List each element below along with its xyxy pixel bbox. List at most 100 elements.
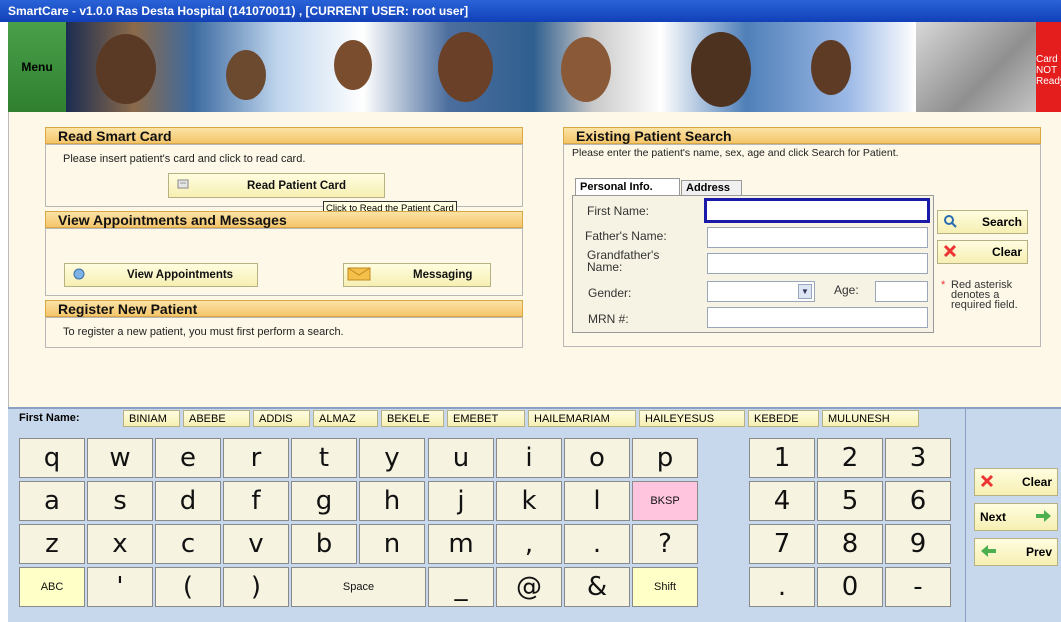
mrn-label: MRN #: <box>588 312 629 326</box>
key-7[interactable]: i <box>496 438 562 478</box>
key-12[interactable]: d <box>155 481 221 521</box>
read-patient-card-label: Read Patient Card <box>247 179 347 192</box>
next-button[interactable]: Next <box>974 503 1058 531</box>
numpad-key-8[interactable]: 9 <box>885 524 951 564</box>
search-icon <box>943 214 957 231</box>
key-26[interactable]: m <box>428 524 494 564</box>
key-bottom-3[interactable]: ) <box>223 567 289 607</box>
chevron-down-icon[interactable]: ▼ <box>798 284 812 299</box>
key-6[interactable]: u <box>428 438 494 478</box>
name-suggestion-chip[interactable]: ALMAZ <box>313 410 378 427</box>
key-23[interactable]: v <box>223 524 289 564</box>
key-2[interactable]: e <box>155 438 221 478</box>
key-18[interactable]: l <box>564 481 630 521</box>
name-suggestion-chip[interactable]: HAILEYESUS <box>639 410 745 427</box>
grandfather-name-input[interactable] <box>707 253 928 274</box>
key-5[interactable]: y <box>359 438 425 478</box>
shift-key[interactable]: Shift <box>632 567 698 607</box>
key-24[interactable]: b <box>291 524 357 564</box>
numpad-key-7[interactable]: 8 <box>817 524 883 564</box>
key-3[interactable]: r <box>223 438 289 478</box>
numpad-key-4[interactable]: 5 <box>817 481 883 521</box>
key-bottom-2[interactable]: ( <box>155 567 221 607</box>
banner: Menu Card NOT Ready <box>8 22 1061 112</box>
key-0[interactable]: q <box>19 438 85 478</box>
space-key[interactable]: Space <box>291 567 426 607</box>
key-bottom-5[interactable]: _ <box>428 567 494 607</box>
key-bottom-1[interactable]: ' <box>87 567 153 607</box>
grandfather-name-label: Grandfather's Name: <box>587 248 660 274</box>
name-suggestion-chip[interactable]: BEKELE <box>381 410 444 427</box>
red-asterisk-icon: * <box>941 279 946 291</box>
card-status-indicator: Card NOT Ready <box>1036 22 1061 112</box>
clear-search-button[interactable]: Clear <box>937 240 1028 264</box>
key-10[interactable]: a <box>19 481 85 521</box>
numpad-key-9[interactable]: . <box>749 567 815 607</box>
age-input[interactable] <box>875 281 928 302</box>
window-title: SmartCare - v1.0.0 Ras Desta Hospital (1… <box>0 0 1061 22</box>
menu-button[interactable]: Menu <box>8 22 67 112</box>
key-4[interactable]: t <box>291 438 357 478</box>
prev-button[interactable]: Prev <box>974 538 1058 566</box>
card-icon <box>177 178 189 193</box>
key-8[interactable]: o <box>564 438 630 478</box>
read-patient-card-button[interactable]: Read Patient Card <box>168 173 385 198</box>
prev-label: Prev <box>1025 545 1052 559</box>
tab-personal-info[interactable]: Personal Info. <box>575 178 680 195</box>
key-28[interactable]: . <box>564 524 630 564</box>
numpad-key-3[interactable]: 4 <box>749 481 815 521</box>
tab-address[interactable]: Address <box>681 180 742 195</box>
gender-select[interactable]: ▼ <box>707 281 815 302</box>
appointments-header: View Appointments and Messages <box>45 211 523 228</box>
key-29[interactable]: ? <box>632 524 698 564</box>
key-bottom-6[interactable]: @ <box>496 567 562 607</box>
messaging-button[interactable]: Messaging <box>343 263 491 287</box>
messaging-label: Messaging <box>413 269 473 281</box>
gender-label: Gender: <box>588 286 632 300</box>
keyboard-clear-label: Clear <box>1021 475 1052 489</box>
key-16[interactable]: j <box>428 481 494 521</box>
name-suggestion-chip[interactable]: MULUNESH <box>822 410 919 427</box>
key-22[interactable]: c <box>155 524 221 564</box>
abc-key[interactable]: ABC <box>19 567 85 607</box>
clear-search-label: Clear <box>991 245 1022 259</box>
name-suggestion-chip[interactable]: ADDIS <box>253 410 310 427</box>
key-1[interactable]: w <box>87 438 153 478</box>
numpad-key-1[interactable]: 2 <box>817 438 883 478</box>
name-suggestion-chip[interactable]: HAILEMARIAM <box>528 410 636 427</box>
key-9[interactable]: p <box>632 438 698 478</box>
name-suggestion-chip[interactable]: BINIAM <box>123 410 180 427</box>
name-suggestion-chip[interactable]: ABEBE <box>183 410 250 427</box>
key-20[interactable]: z <box>19 524 85 564</box>
mrn-input[interactable] <box>707 307 928 328</box>
register-header: Register New Patient <box>45 300 523 317</box>
view-appointments-button[interactable]: View Appointments <box>64 263 258 287</box>
next-label: Next <box>980 510 1007 524</box>
numpad-key-6[interactable]: 7 <box>749 524 815 564</box>
key-17[interactable]: k <box>496 481 562 521</box>
key-14[interactable]: g <box>291 481 357 521</box>
key-21[interactable]: x <box>87 524 153 564</box>
numpad-key-0[interactable]: 1 <box>749 438 815 478</box>
card-status-line-2: NOT <box>1036 65 1058 76</box>
keyboard-clear-button[interactable]: Clear <box>974 468 1058 496</box>
name-suggestion-chip[interactable]: EMEBET <box>447 410 525 427</box>
numpad-key-2[interactable]: 3 <box>885 438 951 478</box>
first-name-input[interactable] <box>704 198 930 223</box>
required-note: * Red asterisk denotes a required field. <box>941 279 1031 311</box>
numpad-key-10[interactable]: 0 <box>817 567 883 607</box>
father-name-input[interactable] <box>707 227 928 248</box>
numpad-key-5[interactable]: 6 <box>885 481 951 521</box>
numpad-key-11[interactable]: - <box>885 567 951 607</box>
backspace-key[interactable]: BKSP <box>632 481 698 521</box>
key-15[interactable]: h <box>359 481 425 521</box>
key-13[interactable]: f <box>223 481 289 521</box>
name-suggestion-chip[interactable]: KEBEDE <box>748 410 819 427</box>
documents-image <box>916 22 1036 112</box>
key-bottom-7[interactable]: & <box>564 567 630 607</box>
key-27[interactable]: , <box>496 524 562 564</box>
key-25[interactable]: n <box>359 524 425 564</box>
read-card-instruction: Please insert patient's card and click t… <box>63 153 306 165</box>
search-button[interactable]: Search <box>937 210 1028 234</box>
key-11[interactable]: s <box>87 481 153 521</box>
